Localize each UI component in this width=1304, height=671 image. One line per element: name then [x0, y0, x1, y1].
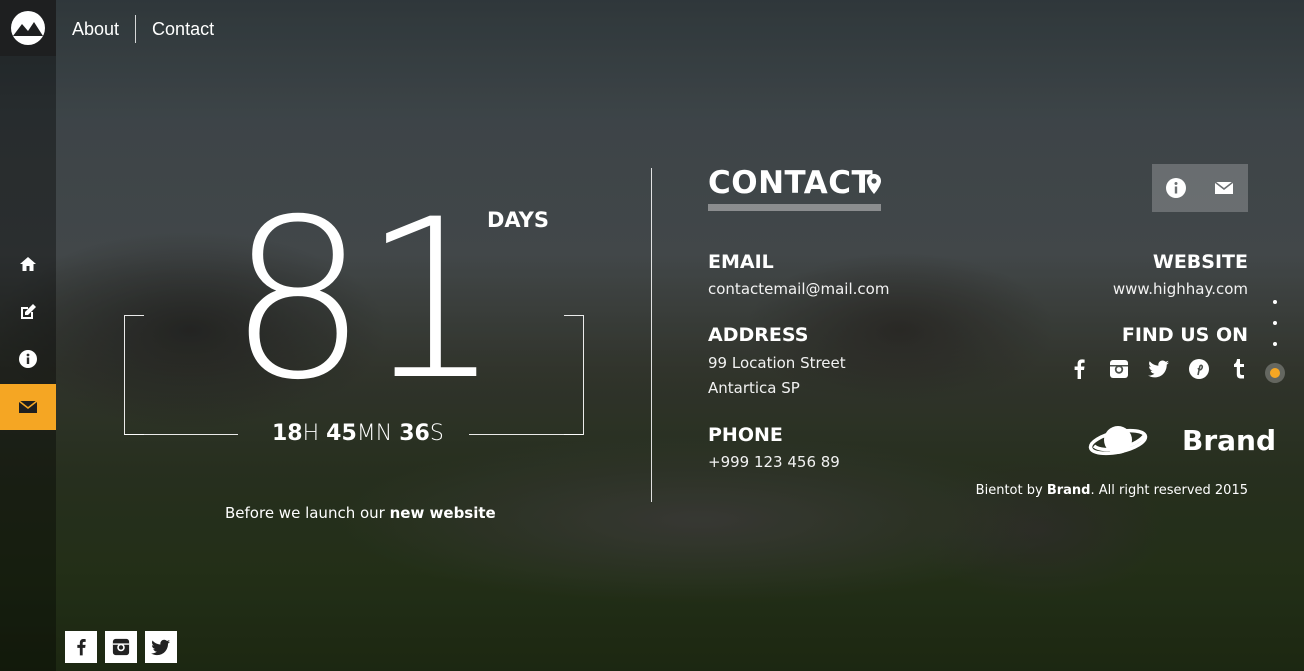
find-us-label: FIND US ON: [1121, 324, 1248, 346]
page-dot-2[interactable]: [1273, 321, 1277, 325]
nav-about-link[interactable]: About: [72, 19, 119, 40]
address-line1: 99 Location Street: [708, 354, 846, 372]
tumblr-icon[interactable]: [1228, 356, 1250, 382]
countdown-hours-unit: H: [302, 421, 320, 446]
mail-tab[interactable]: [1200, 164, 1248, 212]
launch-tagline-prefix: Before we launch our: [225, 504, 385, 522]
info-icon: [1166, 178, 1186, 198]
facebook-icon[interactable]: [65, 631, 97, 663]
twitter-icon[interactable]: [1148, 356, 1170, 382]
info-icon: [19, 350, 37, 368]
vertical-divider: [651, 168, 652, 502]
sidebar-item-info[interactable]: [0, 336, 56, 382]
page-dots-nav: [1265, 300, 1285, 383]
contact-title-underline: [708, 204, 881, 211]
countdown-line-left: [124, 434, 238, 435]
contact-tabs: [1152, 164, 1248, 212]
countdown-seconds-unit: S: [429, 421, 444, 446]
phone-label: PHONE: [708, 424, 783, 446]
nav-divider: [135, 15, 137, 43]
footer-brand: Brand: [1046, 483, 1091, 498]
website-label: WEBSITE: [1152, 251, 1248, 273]
launch-tagline-bold: new website: [389, 504, 496, 522]
edit-icon: [21, 304, 36, 319]
brand: Brand: [1088, 418, 1276, 462]
sidebar-item-home[interactable]: [0, 241, 56, 287]
countdown-line-right: [469, 434, 583, 435]
address-label: ADDRESS: [708, 324, 809, 346]
email-label: EMAIL: [708, 251, 774, 273]
location-pin-icon: [867, 174, 881, 194]
pinterest-icon[interactable]: [1188, 356, 1210, 382]
planet-logo-icon: [1088, 426, 1148, 456]
footer-suffix: . All right reserved 2015: [1090, 483, 1248, 498]
facebook-icon[interactable]: [1068, 356, 1090, 382]
sidebar: [0, 0, 56, 671]
bottom-social-links: [65, 631, 177, 663]
nav-contact-link[interactable]: Contact: [152, 19, 214, 40]
sidebar-item-edit[interactable]: [0, 289, 56, 335]
contact-title: CONTACT: [708, 165, 874, 201]
mail-icon: [18, 400, 38, 413]
background-overlay: [0, 0, 1304, 671]
countdown-minutes-unit: MN: [356, 421, 393, 446]
social-links: [1068, 356, 1250, 382]
countdown-days-number: 81: [228, 172, 502, 428]
sidebar-item-mail[interactable]: [0, 384, 56, 430]
email-value[interactable]: contactemail@mail.com: [708, 280, 889, 298]
countdown-hours: 18: [272, 421, 303, 446]
countdown-bracket-left: [124, 315, 144, 435]
logo[interactable]: [0, 0, 56, 56]
top-nav: About Contact: [72, 15, 214, 43]
countdown-seconds: 36: [399, 421, 430, 446]
mail-icon: [1214, 181, 1234, 194]
brand-name: Brand: [1182, 423, 1277, 457]
mountain-logo-icon: [11, 11, 45, 45]
instagram-icon[interactable]: [1108, 356, 1130, 382]
footer-prefix: Bientot by: [975, 483, 1043, 498]
twitter-icon[interactable]: [145, 631, 177, 663]
launch-tagline: Before we launch our new website: [225, 504, 496, 522]
home-icon: [20, 257, 36, 271]
footer-copyright: Bientot by Brand. All right reserved 201…: [976, 483, 1248, 498]
countdown-minutes: 45: [326, 421, 357, 446]
address-line2: Antartica SP: [708, 379, 800, 397]
phone-value: +999 123 456 89: [708, 453, 840, 471]
info-tab[interactable]: [1152, 164, 1200, 212]
page-dot-1[interactable]: [1273, 300, 1277, 304]
page-dot-active[interactable]: [1265, 363, 1285, 383]
countdown-days-label: DAYS: [487, 208, 550, 232]
countdown-time: 18H 45MN 36S: [272, 421, 444, 446]
instagram-icon[interactable]: [105, 631, 137, 663]
countdown-bracket-right: [564, 315, 584, 435]
website-value[interactable]: www.highhay.com: [1113, 280, 1248, 298]
page-dot-3[interactable]: [1273, 342, 1277, 346]
